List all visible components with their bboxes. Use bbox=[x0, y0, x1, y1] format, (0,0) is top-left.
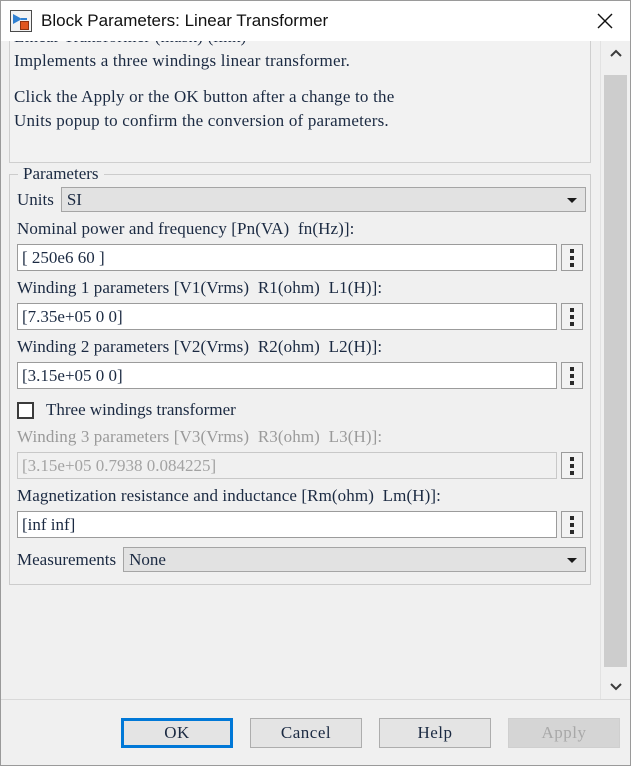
units-value: SI bbox=[66, 189, 82, 209]
vertical-scrollbar[interactable] bbox=[600, 41, 630, 699]
magnetization-label: Magnetization resistance and inductance … bbox=[17, 486, 441, 505]
three-windings-label: Three windings transformer bbox=[46, 400, 236, 419]
scrollable-panel: Linear Transformer (mask) (link) Impleme… bbox=[1, 41, 630, 699]
block-parameters-dialog: Block Parameters: Linear Transformer Lin… bbox=[0, 0, 631, 766]
cancel-button[interactable]: Cancel bbox=[250, 717, 362, 748]
ok-button[interactable]: OK bbox=[121, 717, 233, 748]
nominal-power-more-button[interactable] bbox=[561, 244, 583, 271]
nominal-power-label: Nominal power and frequency [Pn(VA) fn(H… bbox=[17, 219, 355, 238]
winding3-more-button bbox=[561, 452, 583, 479]
winding2-more-button[interactable] bbox=[561, 362, 583, 389]
magnetization-more-button[interactable] bbox=[561, 511, 583, 538]
parameters-group: Parameters Units SI Nominal power and fr… bbox=[9, 164, 591, 585]
nominal-power-input[interactable]: [ 250e6 60 ] bbox=[17, 244, 557, 271]
winding1-input[interactable]: [7.35e+05 0 0] bbox=[17, 303, 557, 330]
three-windings-checkbox[interactable] bbox=[17, 401, 34, 419]
chevron-down-icon bbox=[609, 683, 622, 691]
measurements-row: Measurements None bbox=[14, 547, 586, 572]
three-windings-row[interactable]: Three windings transformer bbox=[17, 400, 586, 420]
scrollbar-track[interactable] bbox=[601, 67, 630, 673]
description-line-2: Implements a three windings linear trans… bbox=[14, 51, 351, 70]
description-line-4: Units popup to confirm the conversion of… bbox=[14, 111, 389, 130]
chevron-down-icon bbox=[567, 557, 577, 563]
measurements-dropdown[interactable]: None bbox=[123, 547, 586, 572]
apply-button: Apply bbox=[508, 717, 620, 748]
dialog-content: Linear Transformer (mask) (link) Impleme… bbox=[1, 41, 630, 699]
chevron-down-icon bbox=[567, 197, 577, 203]
winding2-input[interactable]: [3.15e+05 0 0] bbox=[17, 362, 557, 389]
winding3-row: [3.15e+05 0.7938 0.084225] bbox=[14, 452, 586, 479]
simulink-block-icon bbox=[10, 10, 32, 32]
title-bar: Block Parameters: Linear Transformer bbox=[1, 1, 630, 41]
description-line-1: Linear Transformer (mask) (link) bbox=[14, 41, 586, 49]
winding1-row: [7.35e+05 0 0] bbox=[14, 303, 586, 330]
parameters-group-title: Parameters bbox=[18, 164, 104, 184]
nominal-power-row: [ 250e6 60 ] bbox=[14, 244, 586, 271]
help-button[interactable]: Help bbox=[379, 717, 491, 748]
description-line-3: Click the Apply or the OK button after a… bbox=[14, 87, 395, 106]
winding3-label: Winding 3 parameters [V3(Vrms) R3(ohm) L… bbox=[17, 427, 383, 446]
magnetization-input[interactable]: [inf inf] bbox=[17, 511, 557, 538]
scroll-up-button[interactable] bbox=[601, 41, 630, 67]
winding2-label: Winding 2 parameters [V2(Vrms) R2(ohm) L… bbox=[17, 337, 383, 356]
block-description: Linear Transformer (mask) (link) Impleme… bbox=[9, 41, 591, 163]
winding1-more-button[interactable] bbox=[561, 303, 583, 330]
units-label: Units bbox=[17, 189, 54, 209]
window-title: Block Parameters: Linear Transformer bbox=[41, 11, 329, 30]
measurements-label: Measurements bbox=[17, 549, 117, 569]
scrollbar-thumb[interactable] bbox=[604, 75, 627, 667]
winding3-input: [3.15e+05 0.7938 0.084225] bbox=[17, 452, 557, 479]
measurements-value: None bbox=[129, 549, 166, 569]
magnetization-row: [inf inf] bbox=[14, 511, 586, 538]
close-icon[interactable] bbox=[580, 1, 630, 41]
chevron-up-icon bbox=[609, 49, 622, 57]
scroll-down-button[interactable] bbox=[601, 673, 630, 699]
winding1-label: Winding 1 parameters [V1(Vrms) R1(ohm) L… bbox=[17, 278, 383, 297]
dialog-footer: OK Cancel Help Apply bbox=[1, 699, 630, 765]
winding2-row: [3.15e+05 0 0] bbox=[14, 362, 586, 389]
units-dropdown[interactable]: SI bbox=[60, 187, 586, 212]
units-row: Units SI bbox=[14, 187, 586, 212]
